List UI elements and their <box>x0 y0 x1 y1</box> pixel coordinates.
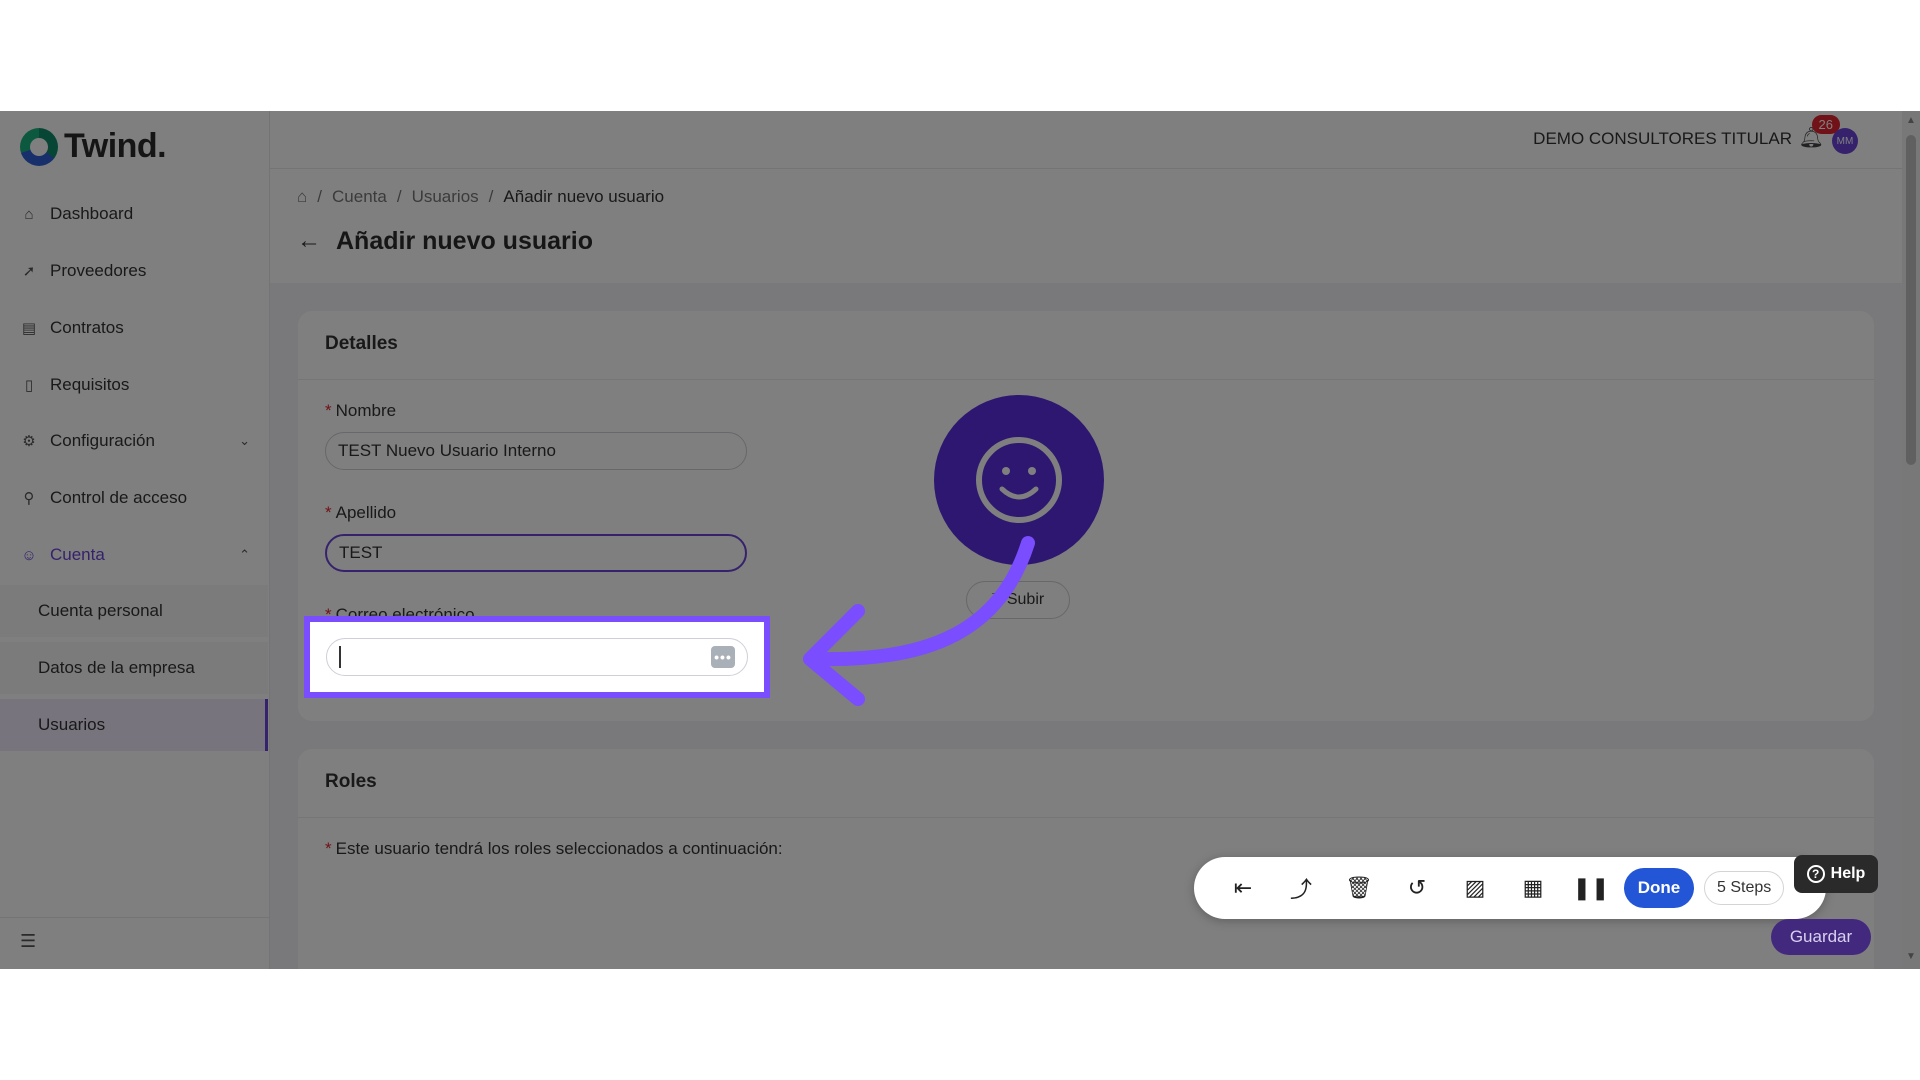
help-button[interactable]: ? Help <box>1794 855 1878 893</box>
steps-counter[interactable]: 5 Steps <box>1704 871 1785 905</box>
recorder-toolbar: ⇤ ⤴ 🗑︎ ↺ ▨ ▦ ❚❚ Done 5 Steps <box>1194 857 1826 919</box>
help-label: Help <box>1830 865 1866 882</box>
undo-icon[interactable]: ↺ <box>1388 868 1446 908</box>
image-icon[interactable]: ▨ <box>1446 868 1504 908</box>
question-icon: ? <box>1806 865 1825 883</box>
app-window: Twind. ⌂ Dashboard ➚ Proveedores ▤ Contr… <box>0 111 1920 969</box>
blur-icon[interactable]: ▦ <box>1504 868 1562 908</box>
done-button[interactable]: Done <box>1624 868 1694 908</box>
save-button[interactable]: Guardar <box>1771 919 1871 955</box>
pause-icon[interactable]: ❚❚ <box>1562 868 1620 908</box>
skip-back-icon[interactable]: ⇤ <box>1214 868 1272 908</box>
annotation-arrow-icon <box>803 536 1035 706</box>
branch-up-icon[interactable]: ⤴ <box>1272 868 1330 908</box>
trash-icon[interactable]: 🗑︎ <box>1330 868 1388 908</box>
